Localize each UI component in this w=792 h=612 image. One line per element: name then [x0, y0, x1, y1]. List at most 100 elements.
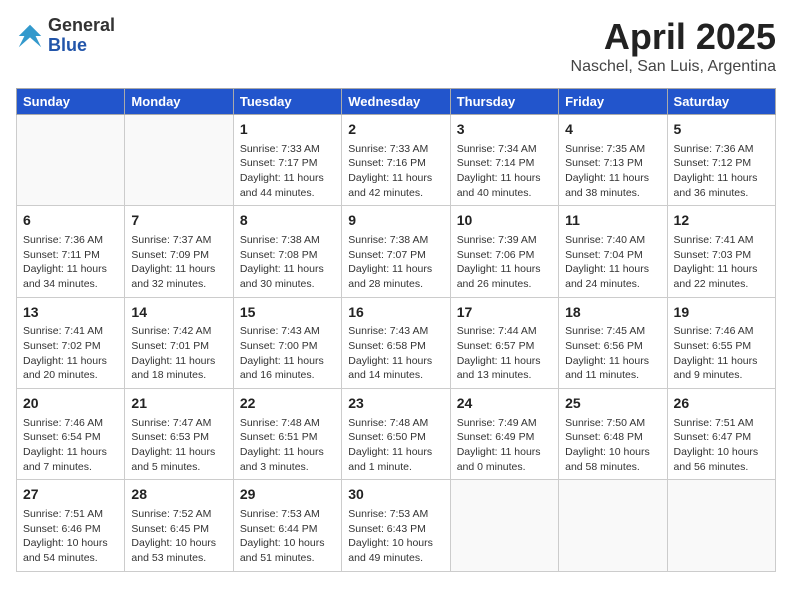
- day-info: Sunrise: 7:37 AM Sunset: 7:09 PM Dayligh…: [131, 233, 226, 292]
- weekday-header-sunday: Sunday: [17, 89, 125, 115]
- calendar-cell: 1Sunrise: 7:33 AM Sunset: 7:17 PM Daylig…: [233, 115, 341, 206]
- calendar-cell: 3Sunrise: 7:34 AM Sunset: 7:14 PM Daylig…: [450, 115, 558, 206]
- day-number: 27: [23, 485, 118, 505]
- day-number: 14: [131, 303, 226, 323]
- calendar-cell: [450, 480, 558, 571]
- location-subtitle: Naschel, San Luis, Argentina: [571, 58, 776, 76]
- logo-icon: [16, 22, 44, 50]
- calendar-cell: 6Sunrise: 7:36 AM Sunset: 7:11 PM Daylig…: [17, 206, 125, 297]
- day-info: Sunrise: 7:51 AM Sunset: 6:46 PM Dayligh…: [23, 507, 118, 566]
- calendar-cell: [667, 480, 775, 571]
- calendar-cell: 28Sunrise: 7:52 AM Sunset: 6:45 PM Dayli…: [125, 480, 233, 571]
- day-number: 28: [131, 485, 226, 505]
- day-number: 20: [23, 394, 118, 414]
- day-info: Sunrise: 7:42 AM Sunset: 7:01 PM Dayligh…: [131, 324, 226, 383]
- day-info: Sunrise: 7:36 AM Sunset: 7:12 PM Dayligh…: [674, 142, 769, 201]
- calendar-week-row: 6Sunrise: 7:36 AM Sunset: 7:11 PM Daylig…: [17, 206, 776, 297]
- day-info: Sunrise: 7:38 AM Sunset: 7:08 PM Dayligh…: [240, 233, 335, 292]
- calendar-cell: [125, 115, 233, 206]
- day-number: 4: [565, 120, 660, 140]
- day-number: 3: [457, 120, 552, 140]
- calendar-cell: 23Sunrise: 7:48 AM Sunset: 6:50 PM Dayli…: [342, 389, 450, 480]
- day-number: 22: [240, 394, 335, 414]
- calendar-cell: 21Sunrise: 7:47 AM Sunset: 6:53 PM Dayli…: [125, 389, 233, 480]
- day-number: 26: [674, 394, 769, 414]
- day-info: Sunrise: 7:35 AM Sunset: 7:13 PM Dayligh…: [565, 142, 660, 201]
- day-number: 5: [674, 120, 769, 140]
- day-info: Sunrise: 7:48 AM Sunset: 6:51 PM Dayligh…: [240, 416, 335, 475]
- calendar-cell: 24Sunrise: 7:49 AM Sunset: 6:49 PM Dayli…: [450, 389, 558, 480]
- calendar-cell: 20Sunrise: 7:46 AM Sunset: 6:54 PM Dayli…: [17, 389, 125, 480]
- day-number: 8: [240, 211, 335, 231]
- calendar-cell: 29Sunrise: 7:53 AM Sunset: 6:44 PM Dayli…: [233, 480, 341, 571]
- day-number: 6: [23, 211, 118, 231]
- day-info: Sunrise: 7:38 AM Sunset: 7:07 PM Dayligh…: [348, 233, 443, 292]
- day-info: Sunrise: 7:53 AM Sunset: 6:43 PM Dayligh…: [348, 507, 443, 566]
- calendar-cell: 10Sunrise: 7:39 AM Sunset: 7:06 PM Dayli…: [450, 206, 558, 297]
- calendar-cell: 30Sunrise: 7:53 AM Sunset: 6:43 PM Dayli…: [342, 480, 450, 571]
- day-info: Sunrise: 7:40 AM Sunset: 7:04 PM Dayligh…: [565, 233, 660, 292]
- weekday-header-friday: Friday: [559, 89, 667, 115]
- day-info: Sunrise: 7:51 AM Sunset: 6:47 PM Dayligh…: [674, 416, 769, 475]
- day-number: 24: [457, 394, 552, 414]
- day-number: 15: [240, 303, 335, 323]
- day-info: Sunrise: 7:50 AM Sunset: 6:48 PM Dayligh…: [565, 416, 660, 475]
- day-number: 12: [674, 211, 769, 231]
- weekday-header-row: SundayMondayTuesdayWednesdayThursdayFrid…: [17, 89, 776, 115]
- calendar-cell: 19Sunrise: 7:46 AM Sunset: 6:55 PM Dayli…: [667, 297, 775, 388]
- day-number: 25: [565, 394, 660, 414]
- day-info: Sunrise: 7:44 AM Sunset: 6:57 PM Dayligh…: [457, 324, 552, 383]
- day-number: 17: [457, 303, 552, 323]
- day-info: Sunrise: 7:46 AM Sunset: 6:54 PM Dayligh…: [23, 416, 118, 475]
- calendar-week-row: 1Sunrise: 7:33 AM Sunset: 7:17 PM Daylig…: [17, 115, 776, 206]
- calendar-week-row: 27Sunrise: 7:51 AM Sunset: 6:46 PM Dayli…: [17, 480, 776, 571]
- day-info: Sunrise: 7:45 AM Sunset: 6:56 PM Dayligh…: [565, 324, 660, 383]
- header: General Blue April 2025 Naschel, San Lui…: [16, 16, 776, 76]
- logo: General Blue: [16, 16, 115, 56]
- day-info: Sunrise: 7:33 AM Sunset: 7:16 PM Dayligh…: [348, 142, 443, 201]
- calendar-cell: 2Sunrise: 7:33 AM Sunset: 7:16 PM Daylig…: [342, 115, 450, 206]
- day-number: 1: [240, 120, 335, 140]
- day-info: Sunrise: 7:46 AM Sunset: 6:55 PM Dayligh…: [674, 324, 769, 383]
- calendar-cell: 13Sunrise: 7:41 AM Sunset: 7:02 PM Dayli…: [17, 297, 125, 388]
- day-info: Sunrise: 7:33 AM Sunset: 7:17 PM Dayligh…: [240, 142, 335, 201]
- calendar-cell: 15Sunrise: 7:43 AM Sunset: 7:00 PM Dayli…: [233, 297, 341, 388]
- calendar-week-row: 13Sunrise: 7:41 AM Sunset: 7:02 PM Dayli…: [17, 297, 776, 388]
- calendar-cell: 5Sunrise: 7:36 AM Sunset: 7:12 PM Daylig…: [667, 115, 775, 206]
- day-info: Sunrise: 7:52 AM Sunset: 6:45 PM Dayligh…: [131, 507, 226, 566]
- calendar-cell: [559, 480, 667, 571]
- calendar-week-row: 20Sunrise: 7:46 AM Sunset: 6:54 PM Dayli…: [17, 389, 776, 480]
- title-area: April 2025 Naschel, San Luis, Argentina: [571, 16, 776, 76]
- day-info: Sunrise: 7:39 AM Sunset: 7:06 PM Dayligh…: [457, 233, 552, 292]
- day-info: Sunrise: 7:43 AM Sunset: 6:58 PM Dayligh…: [348, 324, 443, 383]
- calendar-cell: 17Sunrise: 7:44 AM Sunset: 6:57 PM Dayli…: [450, 297, 558, 388]
- day-info: Sunrise: 7:49 AM Sunset: 6:49 PM Dayligh…: [457, 416, 552, 475]
- calendar-cell: 4Sunrise: 7:35 AM Sunset: 7:13 PM Daylig…: [559, 115, 667, 206]
- weekday-header-monday: Monday: [125, 89, 233, 115]
- calendar-cell: 16Sunrise: 7:43 AM Sunset: 6:58 PM Dayli…: [342, 297, 450, 388]
- weekday-header-thursday: Thursday: [450, 89, 558, 115]
- calendar-cell: 18Sunrise: 7:45 AM Sunset: 6:56 PM Dayli…: [559, 297, 667, 388]
- day-number: 29: [240, 485, 335, 505]
- calendar-cell: 9Sunrise: 7:38 AM Sunset: 7:07 PM Daylig…: [342, 206, 450, 297]
- weekday-header-wednesday: Wednesday: [342, 89, 450, 115]
- day-number: 7: [131, 211, 226, 231]
- weekday-header-tuesday: Tuesday: [233, 89, 341, 115]
- day-number: 23: [348, 394, 443, 414]
- calendar-table: SundayMondayTuesdayWednesdayThursdayFrid…: [16, 88, 776, 572]
- day-info: Sunrise: 7:48 AM Sunset: 6:50 PM Dayligh…: [348, 416, 443, 475]
- logo-general: General Blue: [48, 16, 115, 56]
- calendar-cell: 7Sunrise: 7:37 AM Sunset: 7:09 PM Daylig…: [125, 206, 233, 297]
- calendar-cell: 26Sunrise: 7:51 AM Sunset: 6:47 PM Dayli…: [667, 389, 775, 480]
- day-number: 11: [565, 211, 660, 231]
- calendar-cell: [17, 115, 125, 206]
- calendar-cell: 12Sunrise: 7:41 AM Sunset: 7:03 PM Dayli…: [667, 206, 775, 297]
- day-info: Sunrise: 7:41 AM Sunset: 7:02 PM Dayligh…: [23, 324, 118, 383]
- calendar-cell: 25Sunrise: 7:50 AM Sunset: 6:48 PM Dayli…: [559, 389, 667, 480]
- day-number: 19: [674, 303, 769, 323]
- day-number: 16: [348, 303, 443, 323]
- day-info: Sunrise: 7:36 AM Sunset: 7:11 PM Dayligh…: [23, 233, 118, 292]
- calendar-cell: 22Sunrise: 7:48 AM Sunset: 6:51 PM Dayli…: [233, 389, 341, 480]
- day-number: 2: [348, 120, 443, 140]
- calendar-cell: 11Sunrise: 7:40 AM Sunset: 7:04 PM Dayli…: [559, 206, 667, 297]
